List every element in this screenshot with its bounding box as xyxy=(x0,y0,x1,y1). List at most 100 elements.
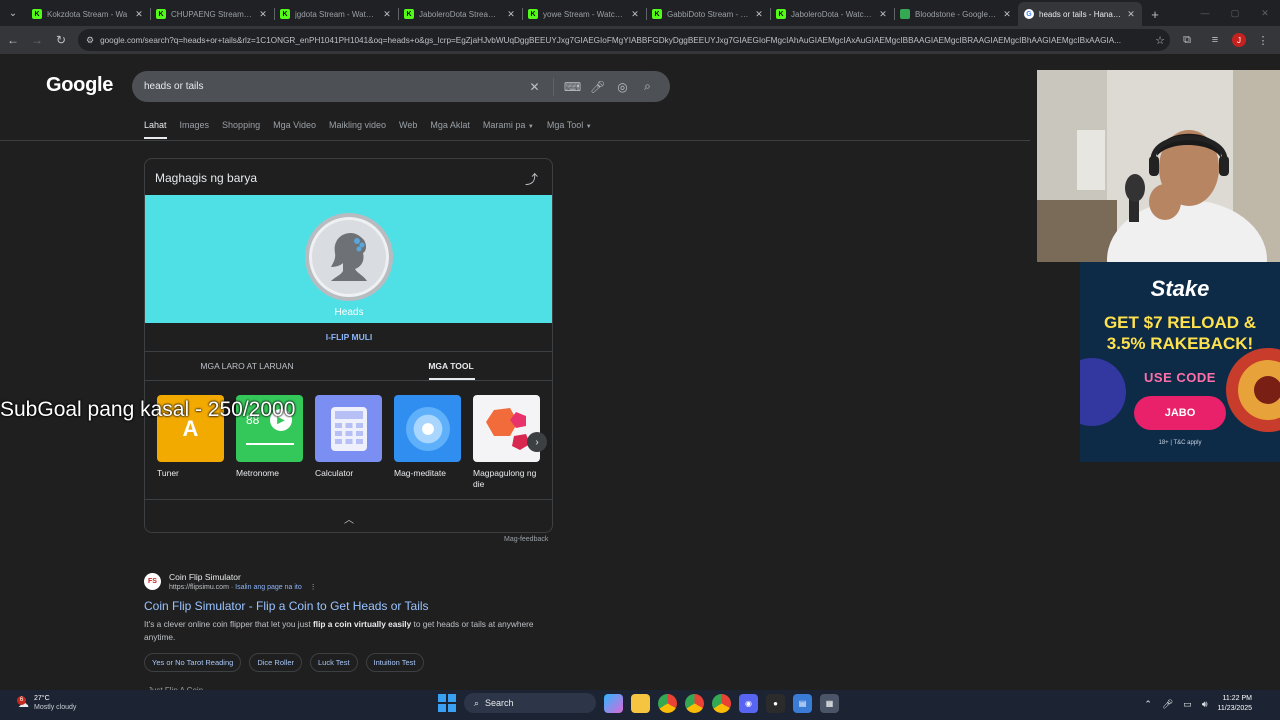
file-explorer-icon[interactable] xyxy=(631,693,650,713)
tab-close-icon[interactable]: ✕ xyxy=(1002,9,1012,20)
keyboard-icon[interactable]: ⌨ xyxy=(560,80,585,94)
tab-shopping[interactable]: Shopping xyxy=(222,120,260,139)
weather-temp: 27°C xyxy=(34,695,50,702)
search-box[interactable]: heads or tails ✕ ⌨ 🎤︎ ◎ ⌕ xyxy=(132,71,670,102)
more-options-icon[interactable]: ⋮ xyxy=(310,584,317,591)
microphone-tray-icon[interactable]: 🎤︎ xyxy=(1162,699,1173,710)
tab-tools[interactable]: Mga Tool ▼ xyxy=(547,120,592,139)
browser-tab[interactable]: K CHUPAENG Stream - Wa ✕ xyxy=(150,2,274,26)
reload-icon[interactable]: ↻ xyxy=(50,29,72,51)
browser-tab[interactable]: K GabbiDoto Stream - Wa ✕ xyxy=(646,2,770,26)
sitelink-chip[interactable]: Dice Roller xyxy=(249,653,302,672)
calculator-app-icon[interactable]: ▦ xyxy=(820,693,839,713)
tab-close-icon[interactable]: ✕ xyxy=(258,9,268,20)
search-input[interactable]: heads or tails xyxy=(144,81,522,92)
weather-widget[interactable]: ☁6 27°C Mostly cloudy xyxy=(17,694,76,712)
google-logo[interactable]: Google xyxy=(46,74,113,97)
tab-tools-section[interactable]: MGA TOOL xyxy=(349,352,552,380)
tab-close-icon[interactable]: ✕ xyxy=(506,9,516,20)
clock-date: 11/23/2025 xyxy=(1217,705,1252,712)
feedback-link[interactable]: Mag-feedback xyxy=(504,536,548,543)
bookmark-star-icon[interactable]: ☆ xyxy=(1150,34,1170,47)
browser-tab[interactable]: K JaboleroDota - Watch th ✕ xyxy=(770,2,894,26)
chrome-profile-icon[interactable] xyxy=(685,693,704,713)
tab-more[interactable]: Marami pa ▼ xyxy=(483,120,534,139)
sitelink-chip[interactable]: Yes or No Tarot Reading xyxy=(144,653,242,672)
tab-close-icon[interactable]: ✕ xyxy=(878,9,888,20)
tab-all[interactable]: Lahat xyxy=(144,120,167,139)
window-controls: — ▢ ✕ xyxy=(1190,0,1280,26)
tab-games-and-toys[interactable]: MGA LARO AT LARUAN xyxy=(145,352,349,380)
copilot-icon[interactable] xyxy=(604,693,623,713)
tab-close-icon[interactable]: ✕ xyxy=(134,9,144,20)
new-tab-button[interactable]: + xyxy=(1142,2,1168,26)
browser-tab[interactable]: Bloodstone - Google Sh ✕ xyxy=(894,2,1018,26)
card-title: Maghagis ng barya xyxy=(155,171,258,185)
extensions-icon[interactable]: ⧉ xyxy=(1176,29,1198,51)
tab-close-icon[interactable]: ✕ xyxy=(382,9,392,20)
network-icon[interactable]: ▭ xyxy=(1183,699,1192,710)
search-icon[interactable]: ⌕ xyxy=(635,79,660,94)
close-window-icon[interactable]: ✕ xyxy=(1250,0,1280,26)
result-title-link[interactable]: Coin Flip Simulator - Flip a Coin to Get… xyxy=(144,599,564,613)
taskbar-search[interactable]: ⌕ Search xyxy=(464,693,596,713)
tab-images[interactable]: Images xyxy=(180,120,210,139)
sitelink-chip[interactable]: Intuition Test xyxy=(365,653,424,672)
coin-panel[interactable]: Heads xyxy=(145,195,552,323)
clear-icon[interactable]: ✕ xyxy=(522,80,547,94)
coin-face-icon xyxy=(331,233,367,281)
back-icon[interactable]: ← xyxy=(2,29,24,51)
tab-title: yowe Stream - Watch Li xyxy=(543,9,625,19)
lens-icon[interactable]: ◎ xyxy=(610,80,635,94)
tab-search-button[interactable]: ⌄ xyxy=(0,0,26,26)
chrome-alt-icon[interactable] xyxy=(712,693,731,713)
url-text: google.com/search?q=heads+or+tails&rlz=1… xyxy=(100,35,1122,45)
microphone-icon[interactable]: 🎤︎ xyxy=(585,80,610,94)
site-info-icon[interactable]: ⚙ xyxy=(86,35,94,46)
media-controls-icon[interactable]: ≡ xyxy=(1204,29,1226,51)
translate-link[interactable]: Isalin ang page na ito xyxy=(235,584,302,591)
clock[interactable]: 11:22 PM 11/23/2025 xyxy=(1217,694,1252,714)
browser-tab[interactable]: K JaboleroDota Stream - Y ✕ xyxy=(398,2,522,26)
collapse-button[interactable]: ︿ xyxy=(145,499,552,532)
browser-tab[interactable]: Kyowe Stream - Watch Li ✕ xyxy=(522,2,646,26)
notepad-icon[interactable]: ▤ xyxy=(793,693,812,713)
meditate-ring xyxy=(405,406,450,451)
tool-calculator[interactable]: Calculator xyxy=(315,395,382,490)
browser-tab[interactable]: K Kokzdota Stream - Wa ✕ xyxy=(26,2,150,26)
flipsimu-icon: FS xyxy=(144,573,161,590)
flip-again-button[interactable]: I-FLIP MULI xyxy=(145,332,552,342)
tool-meditate[interactable]: Mag-meditate xyxy=(394,395,461,490)
tab-books[interactable]: Mga Aklat xyxy=(430,120,470,139)
tab-close-icon[interactable]: ✕ xyxy=(1126,9,1136,20)
discord-icon[interactable]: ◉ xyxy=(739,693,758,713)
tray-overflow-icon[interactable]: ⌃ xyxy=(1144,699,1152,710)
tab-short-videos[interactable]: Maikling video xyxy=(329,120,386,139)
ad-headline-line2: 3.5% RAKEBACK! xyxy=(1106,334,1254,353)
address-bar[interactable]: ⚙ google.com/search?q=heads+or+tails&rlz… xyxy=(78,29,1170,51)
volume-icon[interactable]: 🔊︎ xyxy=(1202,699,1208,710)
carousel-next-button[interactable]: › xyxy=(527,432,547,452)
ad-code-label: USE CODE xyxy=(1144,370,1216,385)
tab-close-icon[interactable]: ✕ xyxy=(630,9,640,20)
maximize-icon[interactable]: ▢ xyxy=(1220,0,1250,26)
section-tabs: MGA LARO AT LARUAN MGA TOOL xyxy=(145,351,552,381)
tool-label: Magpagulong ng die xyxy=(473,468,537,489)
stake-ad-banner[interactable]: Stake GET $7 RELOAD & 3.5% RAKEBACK! USE … xyxy=(1080,262,1280,462)
minimize-icon[interactable]: — xyxy=(1190,0,1220,26)
profile-avatar[interactable]: J xyxy=(1232,33,1246,47)
promo-code-button[interactable]: JABO xyxy=(1134,396,1226,430)
tab-close-icon[interactable]: ✕ xyxy=(754,9,764,20)
browser-tab-active[interactable]: Gheads or tails - Hanapin ✕ xyxy=(1018,2,1142,26)
windows-start-icon[interactable] xyxy=(438,694,456,712)
result-site-row[interactable]: FS Coin Flip Simulator https://flipsimu.… xyxy=(144,572,564,591)
sitelink-chip[interactable]: Luck Test xyxy=(310,653,358,672)
tab-videos[interactable]: Mga Video xyxy=(273,120,316,139)
menu-icon[interactable]: ⋮ xyxy=(1252,29,1274,51)
share-icon[interactable]: ⤴ xyxy=(525,169,538,188)
obs-icon[interactable]: ● xyxy=(766,693,785,713)
browser-tab[interactable]: Kjgdota Stream - Watch L ✕ xyxy=(274,2,398,26)
forward-icon[interactable]: → xyxy=(26,29,48,51)
chrome-icon[interactable] xyxy=(658,693,677,713)
tab-web[interactable]: Web xyxy=(399,120,417,139)
